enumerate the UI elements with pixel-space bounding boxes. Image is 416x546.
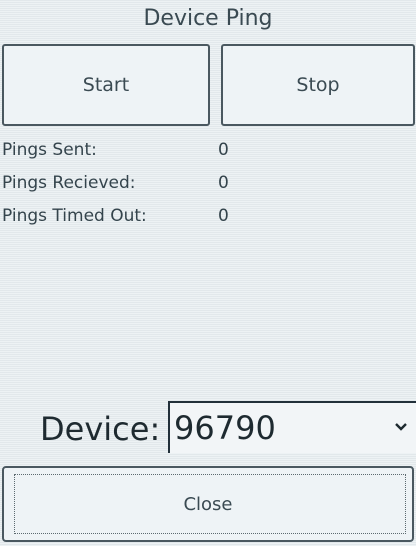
pings-received-label: Pings Recieved: [2, 173, 136, 193]
start-button[interactable]: Start [2, 44, 210, 126]
window-title: Device Ping [143, 6, 273, 31]
close-button[interactable]: Close [2, 466, 414, 542]
pings-sent-label: Pings Sent: [2, 140, 97, 160]
chevron-down-icon[interactable] [394, 417, 408, 436]
pings-sent-value: 0 [218, 140, 229, 160]
start-button-label: Start [82, 74, 130, 96]
device-selected-value: 96790 [174, 409, 276, 447]
stop-button-label: Stop [296, 74, 340, 96]
device-label: Device: [40, 410, 161, 448]
stop-button[interactable]: Stop [221, 44, 415, 126]
pings-timed-out-label: Pings Timed Out: [2, 206, 147, 226]
device-select[interactable]: 96790 [168, 401, 416, 453]
pings-received-value: 0 [218, 173, 229, 193]
close-button-label: Close [183, 493, 233, 515]
device-ping-screen: Device Ping Start Stop Pings Sent: 0 Pin… [0, 0, 416, 546]
pings-timed-out-value: 0 [218, 206, 229, 226]
